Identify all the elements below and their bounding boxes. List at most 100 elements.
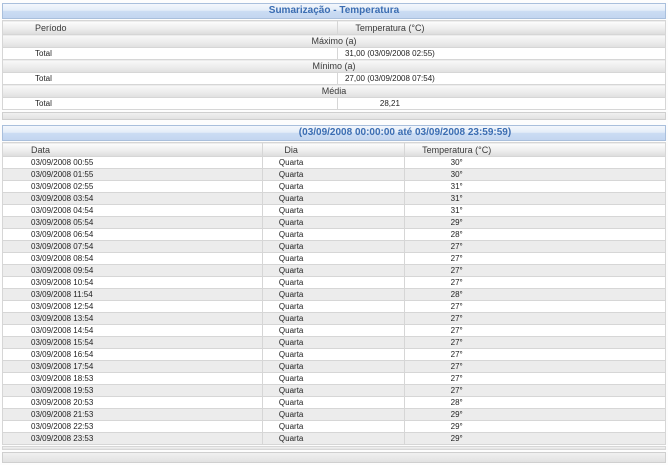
detail-day-cell: Quarta [262,313,405,325]
detail-day-cell: Quarta [262,361,405,373]
detail-temp-cell: 27° [405,325,666,337]
detail-day-cell: Quarta [262,349,405,361]
detail-temp-cell: 28° [405,289,666,301]
summary-col-header-temperatura: Temperatura (°C) [337,21,665,35]
summary-title: Sumarização - Temperatura [269,5,399,16]
summary-data-row-media: Total 28,21 [3,98,666,110]
detail-date-cell: 03/09/2008 01:55 [3,169,263,181]
detail-day-cell: Quarta [262,373,405,385]
summary-total-label: Total [3,73,338,85]
detail-temp-cell: 30° [405,157,666,169]
detail-temp-cell: 27° [405,337,666,349]
detail-temp-cell: 27° [405,241,666,253]
detail-day-cell: Quarta [262,325,405,337]
detail-temp-cell: 31° [405,193,666,205]
detail-footer-strip-thin [2,446,666,450]
detail-date-cell: 03/09/2008 11:54 [3,289,263,301]
detail-row: 03/09/2008 12:54 Quarta 27° [3,301,666,313]
detail-day-cell: Quarta [262,217,405,229]
detail-header-row: Data Dia Temperatura (°C) [3,143,666,157]
summary-max-value: 31,00 (03/09/2008 02:55) [337,48,665,60]
detail-date-cell: 03/09/2008 14:54 [3,325,263,337]
detail-row: 03/09/2008 03:54 Quarta 31° [3,193,666,205]
detail-table-body: 03/09/2008 00:55 Quarta 30° 03/09/2008 0… [3,157,666,445]
detail-row: 03/09/2008 20:53 Quarta 28° [3,397,666,409]
detail-temp-cell: 27° [405,313,666,325]
detail-date-cell: 03/09/2008 20:53 [3,397,263,409]
detail-temp-cell: 28° [405,397,666,409]
detail-date-cell: 03/09/2008 02:55 [3,181,263,193]
detail-row: 03/09/2008 15:54 Quarta 27° [3,337,666,349]
detail-date-cell: 03/09/2008 04:54 [3,205,263,217]
detail-table: Data Dia Temperatura (°C) 03/09/2008 00:… [2,142,666,445]
detail-row: 03/09/2008 13:54 Quarta 27° [3,313,666,325]
detail-day-cell: Quarta [262,397,405,409]
summary-section-row-media: Média [3,85,666,98]
detail-day-cell: Quarta [262,169,405,181]
detail-row: 03/09/2008 06:54 Quarta 28° [3,229,666,241]
detail-day-cell: Quarta [262,421,405,433]
detail-date-cell: 03/09/2008 00:55 [3,157,263,169]
detail-row: 03/09/2008 01:55 Quarta 30° [3,169,666,181]
detail-footer-strip [2,452,666,463]
detail-col-header-temperatura: Temperatura (°C) [405,143,666,157]
detail-day-cell: Quarta [262,229,405,241]
detail-row: 03/09/2008 11:54 Quarta 28° [3,289,666,301]
detail-temp-cell: 29° [405,409,666,421]
summary-avg-value: 28,21 [337,98,665,110]
detail-day-cell: Quarta [262,385,405,397]
detail-temp-cell: 29° [405,217,666,229]
detail-date-cell: 03/09/2008 05:54 [3,217,263,229]
summary-title-bar: Sumarização - Temperatura [2,3,666,19]
detail-date-cell: 03/09/2008 03:54 [3,193,263,205]
detail-row: 03/09/2008 09:54 Quarta 27° [3,265,666,277]
detail-day-cell: Quarta [262,193,405,205]
detail-temp-cell: 27° [405,361,666,373]
detail-row: 03/09/2008 19:53 Quarta 27° [3,385,666,397]
detail-date-cell: 03/09/2008 23:53 [3,433,263,445]
detail-temp-cell: 31° [405,205,666,217]
detail-day-cell: Quarta [262,289,405,301]
detail-temp-cell: 27° [405,373,666,385]
detail-temp-cell: 31° [405,181,666,193]
summary-panel: Sumarização - Temperatura Período Temper… [2,3,666,120]
detail-date-cell: 03/09/2008 09:54 [3,265,263,277]
detail-date-cell: 03/09/2008 08:54 [3,253,263,265]
detail-row: 03/09/2008 16:54 Quarta 27° [3,349,666,361]
detail-row: 03/09/2008 14:54 Quarta 27° [3,325,666,337]
detail-row: 03/09/2008 02:55 Quarta 31° [3,181,666,193]
detail-row: 03/09/2008 05:54 Quarta 29° [3,217,666,229]
summary-header-row: Período Temperatura (°C) [3,21,666,35]
detail-row: 03/09/2008 21:53 Quarta 29° [3,409,666,421]
detail-day-cell: Quarta [262,409,405,421]
detail-day-cell: Quarta [262,265,405,277]
detail-row: 03/09/2008 22:53 Quarta 29° [3,421,666,433]
detail-temp-cell: 27° [405,349,666,361]
detail-title: (03/09/2008 00:00:00 até 03/09/2008 23:5… [299,127,511,138]
detail-col-header-dia: Dia [262,143,405,157]
detail-row: 03/09/2008 17:54 Quarta 27° [3,361,666,373]
detail-date-cell: 03/09/2008 16:54 [3,349,263,361]
detail-temp-cell: 27° [405,253,666,265]
summary-data-row-maximo: Total 31,00 (03/09/2008 02:55) [3,48,666,60]
detail-date-cell: 03/09/2008 10:54 [3,277,263,289]
summary-section-row-maximo: Máximo (a) [3,35,666,48]
summary-total-label: Total [3,98,338,110]
detail-day-cell: Quarta [262,433,405,445]
detail-temp-cell: 27° [405,385,666,397]
detail-day-cell: Quarta [262,253,405,265]
detail-day-cell: Quarta [262,205,405,217]
detail-day-cell: Quarta [262,241,405,253]
detail-row: 03/09/2008 23:53 Quarta 29° [3,433,666,445]
detail-temp-cell: 27° [405,265,666,277]
summary-data-row-minimo: Total 27,00 (03/09/2008 07:54) [3,73,666,85]
detail-date-cell: 03/09/2008 12:54 [3,301,263,313]
detail-day-cell: Quarta [262,181,405,193]
detail-temp-cell: 27° [405,301,666,313]
detail-date-cell: 03/09/2008 07:54 [3,241,263,253]
summary-min-value: 27,00 (03/09/2008 07:54) [337,73,665,85]
summary-section-row-minimo: Mínimo (a) [3,60,666,73]
detail-day-cell: Quarta [262,157,405,169]
summary-section-label-minimo: Mínimo (a) [3,60,666,73]
detail-title-bar: (03/09/2008 00:00:00 até 03/09/2008 23:5… [2,125,666,141]
